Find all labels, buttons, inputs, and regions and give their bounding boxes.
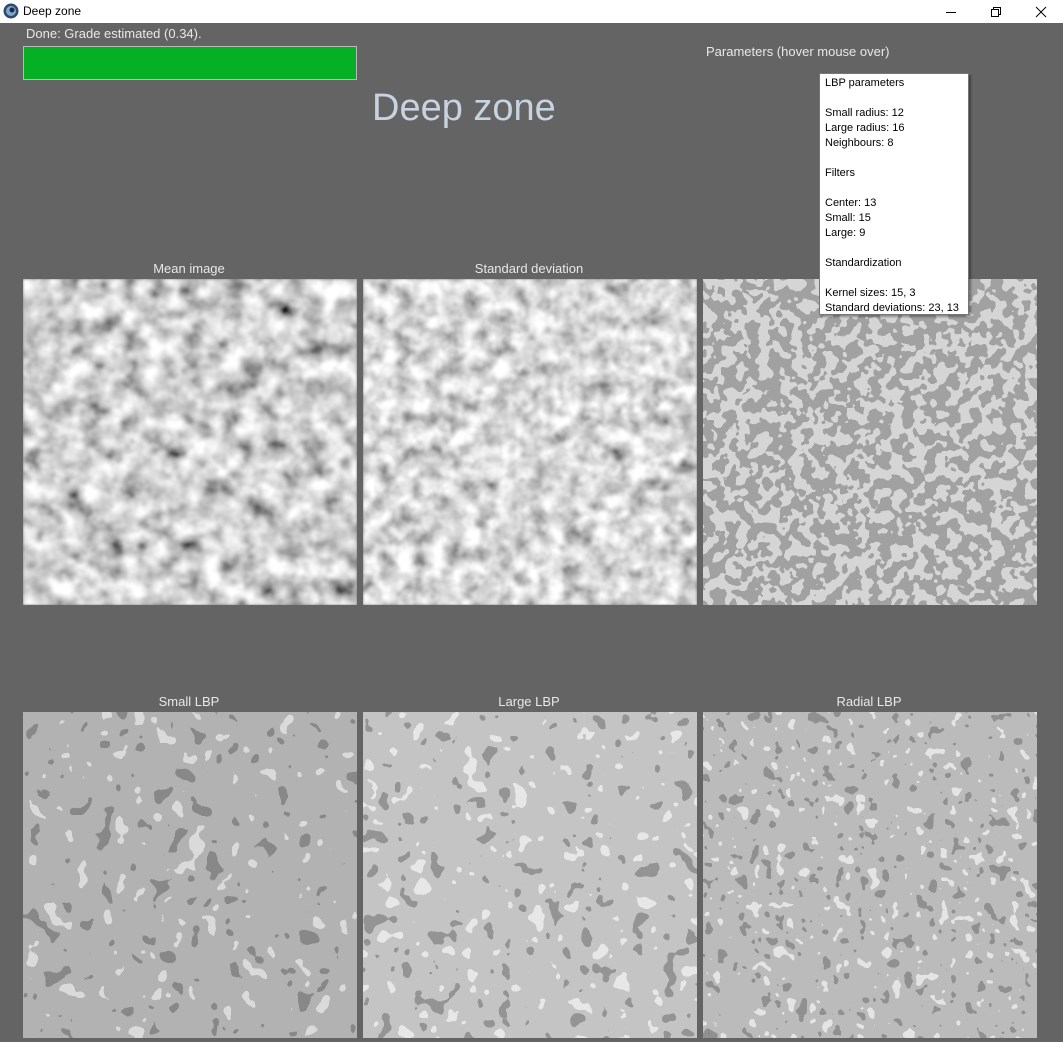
panel-title-small-lbp: Small LBP	[158, 694, 220, 709]
tooltip-line: LBP parameters	[825, 77, 905, 89]
tooltip-line: Small radius: 12	[825, 107, 904, 119]
minimize-button[interactable]	[928, 0, 973, 23]
tooltip-line: Filters	[825, 167, 855, 179]
panel-title-large-lbp: Large LBP	[498, 694, 560, 709]
panel-title-mean: Mean image	[153, 261, 225, 276]
tooltip-line: Large radius: 16	[825, 122, 905, 134]
progress-bar	[23, 46, 357, 80]
tooltip-line: Standardization	[825, 257, 902, 269]
tooltip-line	[825, 151, 963, 166]
close-icon	[1035, 6, 1047, 18]
tooltip-line: Standard deviations: 23, 13	[825, 302, 959, 314]
panel-title-std: Standard deviation	[474, 261, 584, 276]
parameters-hover-label[interactable]: Parameters (hover mouse over)	[706, 44, 890, 59]
tooltip-line: Large: 9	[825, 227, 866, 239]
tooltip-line	[825, 241, 963, 256]
panel-title-radial-lbp: Radial LBP	[836, 694, 902, 709]
small-lbp-image	[23, 712, 357, 1038]
large-lbp-image	[363, 712, 697, 1038]
window-title: Deep zone	[23, 4, 82, 18]
standard-deviation-image	[363, 279, 697, 605]
minimize-icon	[945, 6, 957, 18]
app-window: Deep zone Done: Grade estimated (0.34). …	[0, 0, 1063, 1042]
parameters-tooltip: LBP parameters Small radius: 12 Large ra…	[819, 73, 969, 315]
tooltip-line	[825, 91, 963, 106]
page-heading: Deep zone	[372, 87, 556, 129]
radial-lbp-image	[703, 712, 1037, 1038]
progress-fill	[24, 47, 356, 79]
tooltip-line: Neighbours: 8	[825, 137, 894, 149]
restore-button[interactable]	[973, 0, 1018, 23]
tooltip-line	[825, 181, 963, 196]
restore-icon	[990, 6, 1002, 18]
app-logo-icon	[3, 3, 19, 19]
close-button[interactable]	[1018, 0, 1063, 23]
tooltip-line: Center: 13	[825, 197, 877, 209]
title-bar: Deep zone	[0, 0, 1063, 23]
tooltip-line: Kernel sizes: 15, 3	[825, 287, 916, 299]
mean-image	[23, 279, 357, 605]
tooltip-line	[825, 271, 963, 286]
status-message: Done: Grade estimated (0.34).	[26, 26, 202, 41]
normalized-image	[703, 279, 1037, 605]
tooltip-line: Small: 15	[825, 212, 871, 224]
